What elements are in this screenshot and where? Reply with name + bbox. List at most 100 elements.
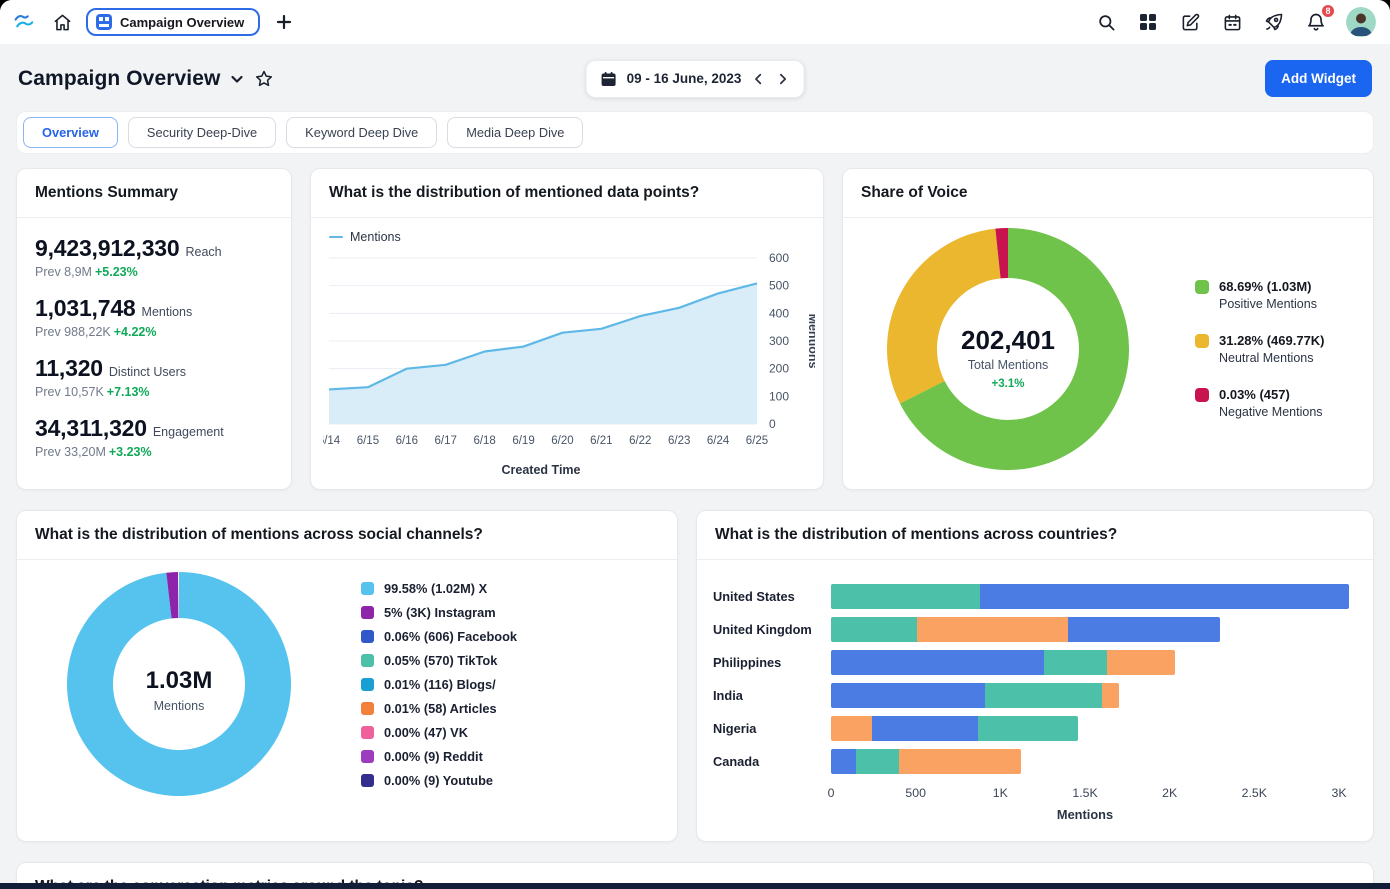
bar-segment[interactable]	[831, 650, 1044, 675]
view-tab-keyword-deep-dive[interactable]: Keyword Deep Dive	[286, 117, 437, 148]
widget-title: What is the distribution of mentions acr…	[17, 511, 677, 560]
country-row-canada: Canada	[713, 745, 1339, 778]
notifications-bell-icon[interactable]: 8	[1304, 10, 1328, 34]
legend-label: 5% (3K) Instagram	[384, 605, 496, 620]
metric-value: 11,320	[35, 355, 103, 382]
country-bar	[831, 716, 1339, 741]
user-avatar[interactable]	[1346, 7, 1376, 37]
legend-label: Negative Mentions	[1219, 405, 1323, 419]
metric-mentions: 1,031,748MentionsPrev 988,22K+4.22%	[35, 295, 273, 339]
legend-item-youtube[interactable]: 0.00% (9) Youtube	[361, 773, 517, 788]
bar-segment[interactable]	[1044, 650, 1107, 675]
sprinklr-logo[interactable]	[14, 10, 38, 34]
mentions-summary-widget: Mentions Summary 9,423,912,330ReachPrev …	[16, 168, 292, 490]
country-bar	[831, 749, 1339, 774]
legend-item-instagram[interactable]: 5% (3K) Instagram	[361, 605, 517, 620]
app-window: Campaign Overview 8	[0, 0, 1390, 889]
title-chevron-down-icon[interactable]	[229, 71, 245, 87]
view-tab-overview[interactable]: Overview	[23, 117, 118, 148]
calendar-icon[interactable]	[1220, 10, 1244, 34]
search-icon[interactable]	[1094, 10, 1118, 34]
bar-segment[interactable]	[917, 617, 1068, 642]
date-range-picker[interactable]: 09 - 16 June, 2023	[586, 60, 805, 98]
widget-title: What is the distribution of mentioned da…	[311, 169, 823, 218]
date-prev-icon[interactable]	[751, 72, 765, 86]
bar-segment[interactable]	[1102, 683, 1119, 708]
legend-item-tiktok[interactable]: 0.05% (570) TikTok	[361, 653, 517, 668]
metric-value: 1,031,748	[35, 295, 136, 322]
x-tick: 6/16	[396, 435, 418, 447]
metric-engagement: 34,311,320EngagementPrev 33,20M+3.23%	[35, 415, 273, 459]
bar-segment[interactable]	[831, 584, 980, 609]
legend-line-swatch	[329, 236, 343, 239]
donut-legend: 99.58% (1.02M) X 5% (3K) Instagram 0.06% (…	[361, 581, 517, 788]
legend-item-x[interactable]: 99.58% (1.02M) X	[361, 581, 517, 596]
legend-item-vk[interactable]: 0.00% (47) VK	[361, 725, 517, 740]
bar-segment[interactable]	[980, 584, 1349, 609]
x-tick: 500	[905, 786, 926, 800]
channels-donut: 1.03MMentions	[61, 566, 297, 802]
x-tick: 6/14	[323, 435, 341, 447]
country-bar	[831, 683, 1339, 708]
view-tab-media-deep-dive[interactable]: Media Deep Dive	[447, 117, 583, 148]
add-widget-button[interactable]: Add Widget	[1265, 60, 1372, 97]
legend-swatch	[361, 726, 374, 739]
legend-swatch	[361, 654, 374, 667]
bar-segment[interactable]	[856, 749, 898, 774]
workspace-tab[interactable]: Campaign Overview	[86, 8, 260, 36]
legend-item-blogs[interactable]: 0.01% (116) Blogs/	[361, 677, 517, 692]
country-label: Nigeria	[713, 721, 831, 736]
rocket-icon[interactable]	[1262, 10, 1286, 34]
metric-prev: Prev 10,57K	[35, 385, 104, 399]
bar-segment[interactable]	[831, 617, 917, 642]
metric-delta: +4.22%	[114, 325, 157, 339]
view-tabs: Overview Security Deep-Dive Keyword Deep D…	[16, 111, 1374, 154]
calendar-small-icon	[601, 71, 617, 87]
country-bar	[831, 617, 1339, 642]
home-icon[interactable]	[50, 10, 74, 34]
share-of-voice-chart: 202,401Total Mentions+3.1% 68.69% (1.03M…	[843, 218, 1373, 474]
country-label: Philippines	[713, 655, 831, 670]
favorite-star-icon[interactable]	[254, 69, 274, 89]
legend-swatch	[361, 630, 374, 643]
country-row-united-kingdom: United Kingdom	[713, 613, 1339, 646]
date-next-icon[interactable]	[775, 72, 789, 86]
chart-legend[interactable]: Mentions	[323, 226, 817, 248]
country-row-philippines: Philippines	[713, 646, 1339, 679]
country-bar	[831, 584, 1339, 609]
y-tick: 100	[769, 389, 789, 403]
donut-slice-neutral-mentions[interactable]	[887, 229, 1001, 404]
legend-item-neutral-mentions[interactable]: 31.28% (469.77K)Neutral Mentions	[1195, 333, 1325, 365]
x-tick: 0	[828, 786, 835, 800]
x-tick: 6/24	[707, 435, 730, 447]
legend-label: 0.06% (606) Facebook	[384, 629, 517, 644]
donut-center-label: Total Mentions	[968, 358, 1049, 372]
bar-segment[interactable]	[985, 683, 1102, 708]
metric-label: Engagement	[153, 425, 224, 439]
legend-label: 99.58% (1.02M) X	[384, 581, 487, 596]
bar-segment[interactable]	[831, 716, 872, 741]
legend-item-positive-mentions[interactable]: 68.69% (1.03M)Positive Mentions	[1195, 279, 1325, 311]
bar-segment[interactable]	[1107, 650, 1175, 675]
apps-grid-icon[interactable]	[1136, 10, 1160, 34]
donut-center-value: 1.03M	[146, 667, 213, 694]
bar-segment[interactable]	[1068, 617, 1220, 642]
page-title: Campaign Overview	[18, 67, 220, 91]
bar-segment[interactable]	[978, 716, 1078, 741]
bar-segment[interactable]	[831, 683, 985, 708]
view-tab-security-deep-dive[interactable]: Security Deep-Dive	[128, 117, 276, 148]
legend-swatch	[361, 606, 374, 619]
dashboard-favicon-icon	[96, 14, 112, 30]
legend-item-negative-mentions[interactable]: 0.03% (457)Negative Mentions	[1195, 387, 1325, 419]
x-tick: 6/20	[551, 435, 573, 447]
compose-icon[interactable]	[1178, 10, 1202, 34]
legend-item-facebook[interactable]: 0.06% (606) Facebook	[361, 629, 517, 644]
new-tab-plus-icon[interactable]	[272, 10, 296, 34]
bar-segment[interactable]	[899, 749, 1021, 774]
legend-item-articles[interactable]: 0.01% (58) Articles	[361, 701, 517, 716]
legend-item-reddit[interactable]: 0.00% (9) Reddit	[361, 749, 517, 764]
country-label: United States	[713, 589, 831, 604]
bar-segment[interactable]	[831, 749, 856, 774]
bar-segment[interactable]	[872, 716, 979, 741]
metric-prev: Prev 8,9M	[35, 265, 92, 279]
